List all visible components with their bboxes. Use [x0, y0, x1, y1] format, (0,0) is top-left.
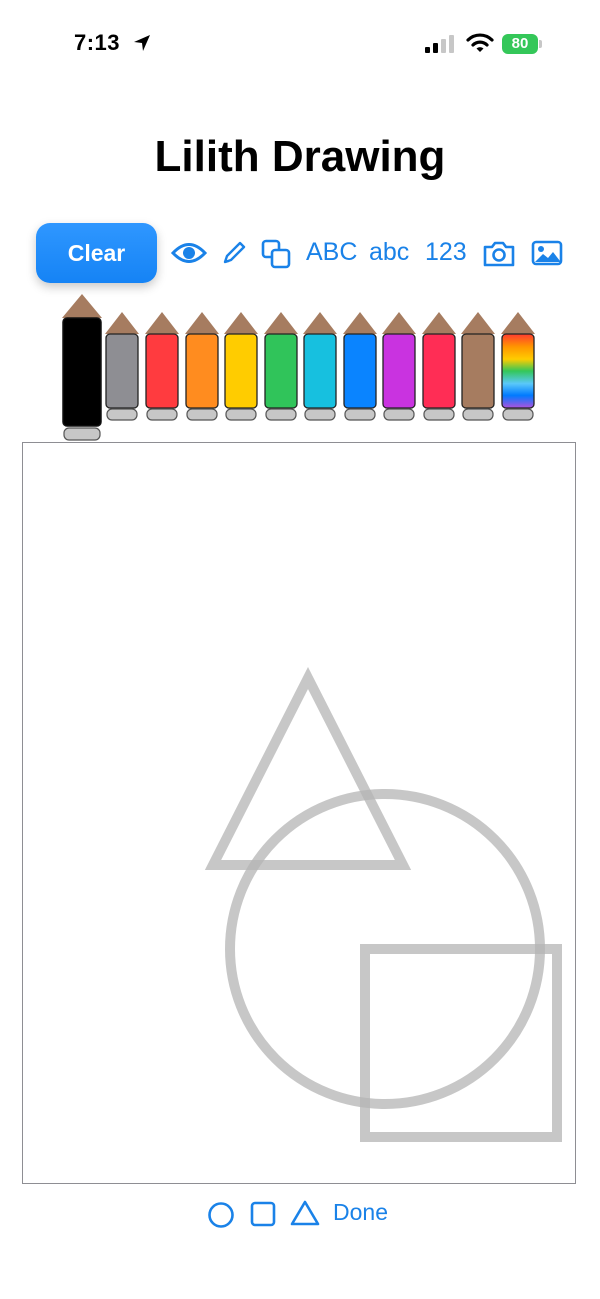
triangle-icon[interactable] — [290, 1199, 320, 1227]
numbers-button[interactable]: 123 — [425, 238, 467, 267]
camera-icon[interactable] — [482, 240, 516, 268]
pencil-gray[interactable] — [105, 312, 139, 422]
pencil-cyan[interactable] — [303, 312, 337, 422]
battery-indicator: 80 — [502, 34, 544, 54]
clear-button[interactable]: Clear — [36, 223, 157, 283]
pencil-brown[interactable] — [461, 312, 495, 422]
square-guide — [360, 944, 562, 1142]
pencil-red[interactable] — [145, 312, 179, 422]
circle-icon[interactable] — [207, 1201, 235, 1229]
lowercase-letters-button[interactable]: abc — [369, 238, 409, 267]
square-icon[interactable] — [250, 1201, 276, 1227]
cellular-signal-icon — [425, 35, 454, 53]
uppercase-letters-button[interactable]: ABC — [306, 238, 357, 267]
status-time: 7:13 — [74, 30, 121, 55]
pencil-orange[interactable] — [185, 312, 219, 422]
pencil-rainbow[interactable] — [501, 312, 535, 422]
copy-icon[interactable] — [260, 238, 292, 270]
pencil-purple[interactable] — [382, 312, 416, 422]
photo-icon[interactable] — [531, 240, 563, 266]
done-button[interactable]: Done — [333, 1199, 388, 1226]
page-title: Lilith Drawing — [154, 132, 446, 181]
pencil-yellow[interactable] — [224, 312, 258, 422]
battery-level: 80 — [502, 34, 538, 54]
drawing-canvas[interactable] — [22, 442, 576, 1184]
battery-tip — [539, 40, 542, 48]
pencil-icon[interactable] — [222, 241, 246, 265]
pencil-pink[interactable] — [422, 312, 456, 422]
wifi-icon — [466, 33, 494, 52]
location-arrow-icon — [134, 35, 150, 51]
triangle-guide — [204, 666, 412, 870]
eye-icon[interactable] — [171, 240, 207, 266]
status-bar: 7:13 80 — [0, 0, 600, 90]
pencil-green[interactable] — [264, 312, 298, 422]
shape-guides — [204, 666, 562, 1142]
pencil-black[interactable] — [62, 294, 102, 442]
pencil-blue[interactable] — [343, 312, 377, 422]
